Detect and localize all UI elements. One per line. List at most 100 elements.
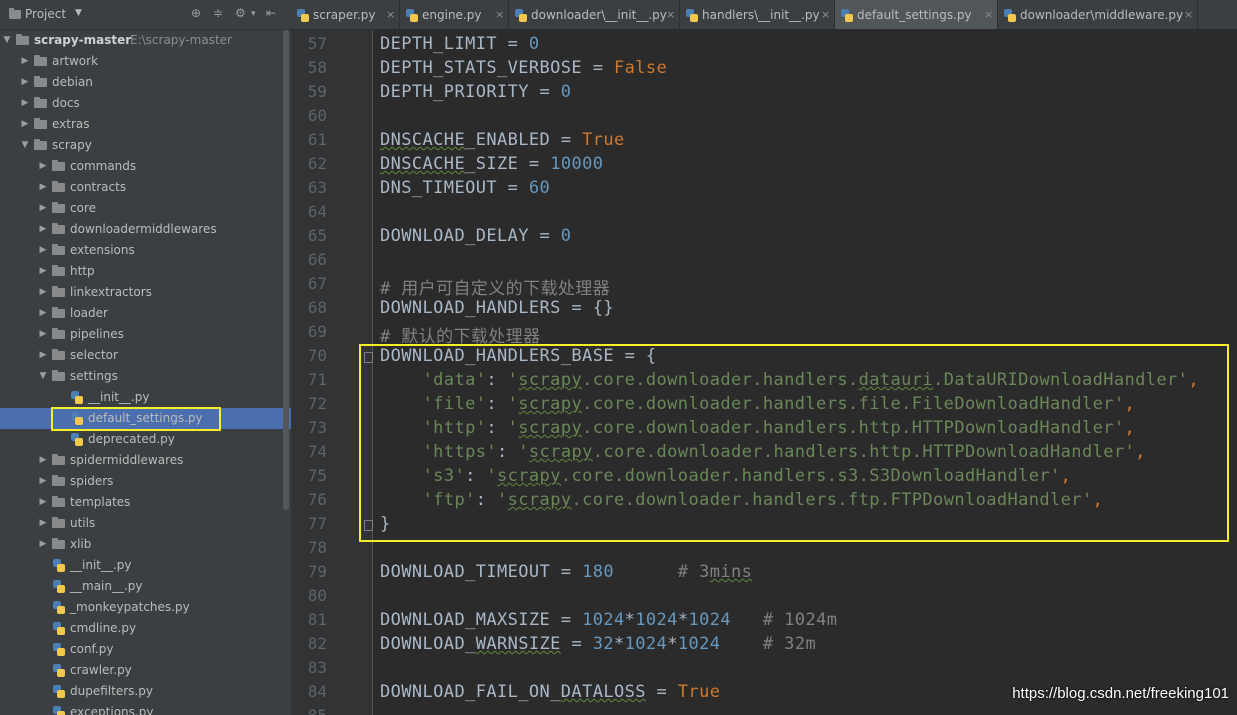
chevron-right-icon[interactable]: ▶	[20, 93, 30, 114]
tree-file[interactable]: conf.py	[0, 639, 291, 660]
python-file-icon	[514, 8, 528, 23]
tree-folder[interactable]: ▶ http	[0, 261, 291, 282]
tree-item-label: utils	[70, 516, 96, 530]
chevron-down-icon[interactable]: ▼	[75, 8, 82, 18]
close-icon[interactable]: ×	[386, 0, 395, 29]
tree-folder[interactable]: ▶ docs	[0, 93, 291, 114]
tree-file[interactable]: crawler.py	[0, 660, 291, 681]
tree-folder[interactable]: ▶ extras	[0, 114, 291, 135]
tree-folder[interactable]: ▶ spiders	[0, 471, 291, 492]
line-number: 69	[307, 322, 327, 341]
chevron-right-icon[interactable]: ▶	[20, 114, 30, 135]
chevron-right-icon[interactable]: ▶	[38, 177, 48, 198]
chevron-right-icon[interactable]: ▶	[38, 219, 48, 240]
chevron-right-icon[interactable]: ▶	[38, 240, 48, 261]
editor-tab[interactable]: scraper.py ×	[291, 0, 400, 29]
tree-file[interactable]: _monkeypatches.py	[0, 597, 291, 618]
folder-icon	[52, 328, 65, 339]
tree-folder[interactable]: ▶ pipelines	[0, 324, 291, 345]
tree-item-label: spidermiddlewares	[70, 453, 184, 467]
tree-folder[interactable]: ▶ utils	[0, 513, 291, 534]
chevron-right-icon[interactable]: ▶	[20, 72, 30, 93]
gear-icon[interactable]: ⚙	[235, 6, 246, 20]
tree-folder[interactable]: ▶ spidermiddlewares	[0, 450, 291, 471]
chevron-right-icon[interactable]: ▶	[38, 324, 48, 345]
collapse-all-icon[interactable]: ≑	[213, 6, 223, 20]
tree-file[interactable]: __main__.py	[0, 576, 291, 597]
python-file-icon	[1003, 8, 1017, 23]
editor-tab[interactable]: downloader\__init__.py ×	[509, 0, 680, 29]
editor-tab-label: scraper.py	[313, 8, 376, 22]
chevron-right-icon[interactable]: ▶	[38, 534, 48, 555]
project-tree-scrollbar[interactable]	[283, 30, 289, 510]
tree-folder[interactable]: ▶ templates	[0, 492, 291, 513]
code-token: # 32m	[720, 634, 817, 654]
tree-folder[interactable]: ▶ debian	[0, 72, 291, 93]
chevron-right-icon[interactable]: ▶	[38, 282, 48, 303]
hide-panel-icon[interactable]: ⇤	[266, 6, 276, 20]
sync-icon[interactable]: ⊕	[191, 6, 201, 20]
python-file-icon	[405, 8, 419, 23]
tree-folder[interactable]: ▼ settings	[0, 366, 291, 387]
tree-folder[interactable]: ▶ selector	[0, 345, 291, 366]
tree-item-label: spiders	[70, 474, 114, 488]
chevron-right-icon[interactable]: ▶	[38, 261, 48, 282]
chevron-right-icon[interactable]: ▶	[20, 51, 30, 72]
tree-file[interactable]: exceptions.py	[0, 702, 291, 715]
tree-folder[interactable]: ▶ linkextractors	[0, 282, 291, 303]
code-token: =	[496, 178, 529, 198]
chevron-right-icon[interactable]: ▶	[38, 303, 48, 324]
tree-file[interactable]: dupefilters.py	[0, 681, 291, 702]
editor-tab[interactable]: engine.py ×	[400, 0, 509, 29]
tree-folder[interactable]: ▶ commands	[0, 156, 291, 177]
tree-item-label: xlib	[70, 537, 92, 551]
chevron-right-icon[interactable]: ▶	[38, 156, 48, 177]
chevron-right-icon[interactable]: ▶	[38, 513, 48, 534]
chevron-right-icon[interactable]: ▶	[38, 198, 48, 219]
line-number: 77	[307, 514, 327, 533]
tree-folder[interactable]: ▶ artwork	[0, 51, 291, 72]
editor-tab[interactable]: default_settings.py ×	[835, 0, 998, 29]
close-icon[interactable]: ×	[666, 0, 675, 29]
code-token: =	[518, 154, 551, 174]
project-panel: Project ▼ ⊕ ≑ ⚙ ▾ ⇤ ▼ scrapy-master E:\scr…	[0, 0, 291, 715]
chevron-right-icon[interactable]: ▶	[38, 345, 48, 366]
code-token: =	[560, 634, 593, 654]
line-number: 79	[307, 562, 327, 581]
tree-file[interactable]: __init__.py	[0, 387, 291, 408]
tree-folder[interactable]: ▶ xlib	[0, 534, 291, 555]
line-number: 68	[307, 298, 327, 317]
chevron-right-icon[interactable]: ▶	[38, 450, 48, 471]
settings-dropdown-icon[interactable]: ▾	[251, 9, 256, 19]
tree-folder[interactable]: ▶ contracts	[0, 177, 291, 198]
tree-folder[interactable]: ▶ core	[0, 198, 291, 219]
tree-folder[interactable]: ▶ downloadermiddlewares	[0, 219, 291, 240]
folder-icon	[52, 496, 65, 507]
close-icon[interactable]: ×	[1184, 0, 1193, 29]
tree-file[interactable]: deprecated.py	[0, 429, 291, 450]
code-token: _ENABLED	[465, 130, 551, 150]
tree-folder[interactable]: ▶ extensions	[0, 240, 291, 261]
chevron-down-icon[interactable]: ▼	[2, 30, 12, 51]
tree-folder[interactable]: ▼ scrapy-master E:\scrapy-master	[0, 30, 291, 51]
tree-file[interactable]: cmdline.py	[0, 618, 291, 639]
chevron-right-icon[interactable]: ▶	[38, 492, 48, 513]
code-token: 60	[528, 178, 551, 198]
editor-tab[interactable]: handlers\__init__.py ×	[680, 0, 835, 29]
chevron-down-icon[interactable]: ▼	[38, 366, 48, 387]
line-number: 63	[307, 178, 327, 197]
chevron-down-icon[interactable]: ▼	[20, 135, 30, 156]
editor-tab-bar: scraper.py × engine.py × downloader\__init__…	[291, 0, 1237, 30]
tree-folder[interactable]: ▼ scrapy	[0, 135, 291, 156]
tree-file[interactable]: __init__.py	[0, 555, 291, 576]
tree-item-path: E:\scrapy-master	[130, 33, 232, 47]
close-icon[interactable]: ×	[984, 0, 993, 29]
tree-folder[interactable]: ▶ loader	[0, 303, 291, 324]
close-icon[interactable]: ×	[821, 0, 830, 29]
code-token: *	[677, 610, 689, 630]
chevron-right-icon[interactable]: ▶	[38, 471, 48, 492]
editor-tab[interactable]: downloader\middleware.py ×	[998, 0, 1198, 29]
folder-icon	[34, 118, 47, 129]
close-icon[interactable]: ×	[495, 0, 504, 29]
project-view-selector[interactable]: Project	[25, 7, 66, 21]
